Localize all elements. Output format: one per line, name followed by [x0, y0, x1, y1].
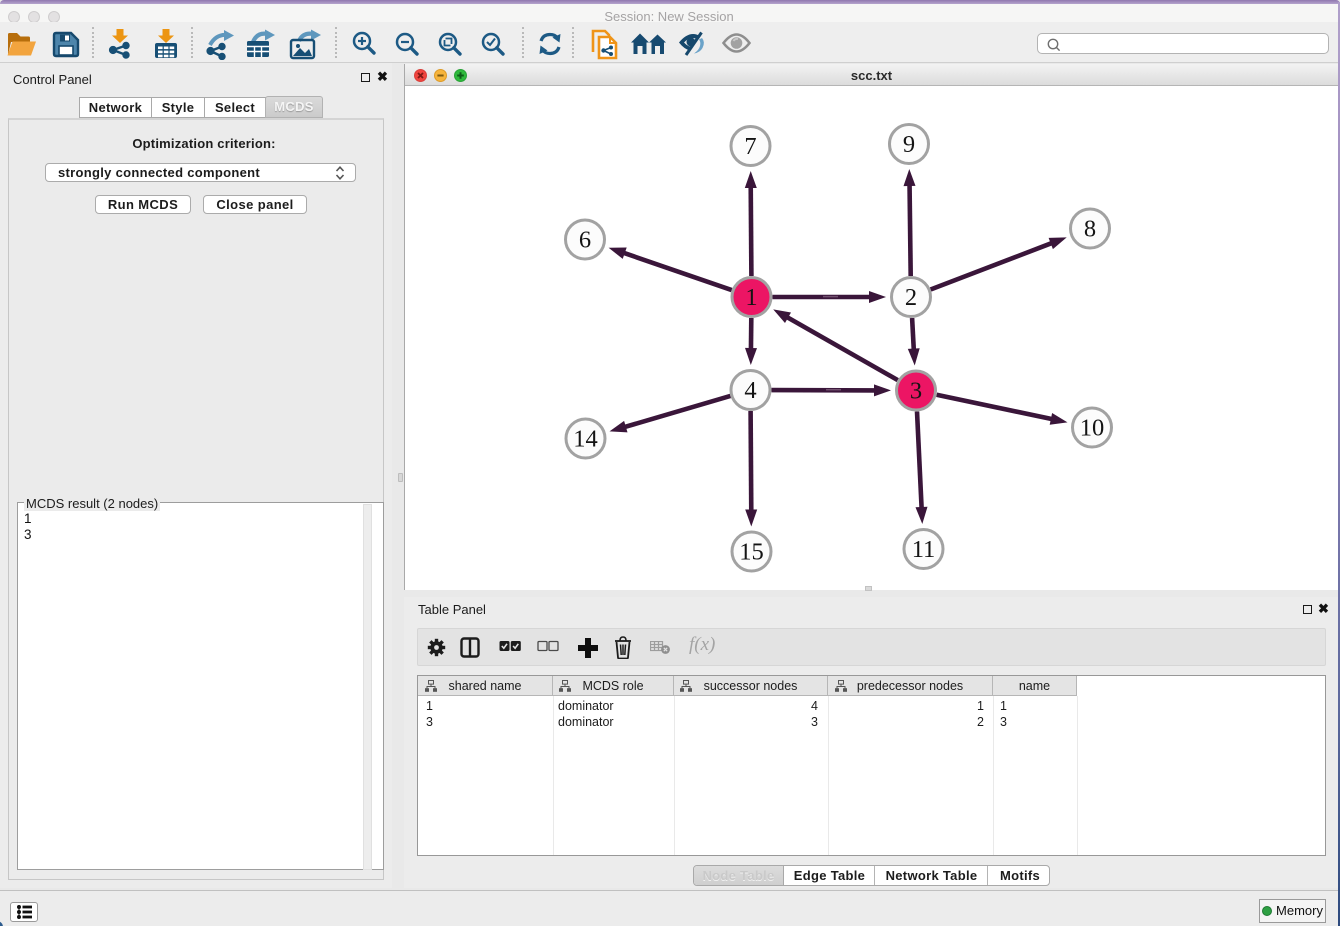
svg-text:4: 4: [744, 377, 756, 404]
svg-text:11: 11: [912, 536, 936, 563]
svg-text:9: 9: [903, 131, 915, 158]
svg-text:6: 6: [579, 227, 591, 254]
svg-text:10: 10: [1080, 415, 1105, 442]
svg-text:3: 3: [910, 378, 922, 405]
svg-text:15: 15: [739, 539, 764, 566]
svg-text:7: 7: [744, 133, 756, 160]
svg-text:14: 14: [573, 426, 598, 453]
svg-text:8: 8: [1084, 216, 1096, 243]
svg-text:1: 1: [745, 284, 757, 311]
svg-text:2: 2: [905, 284, 917, 311]
